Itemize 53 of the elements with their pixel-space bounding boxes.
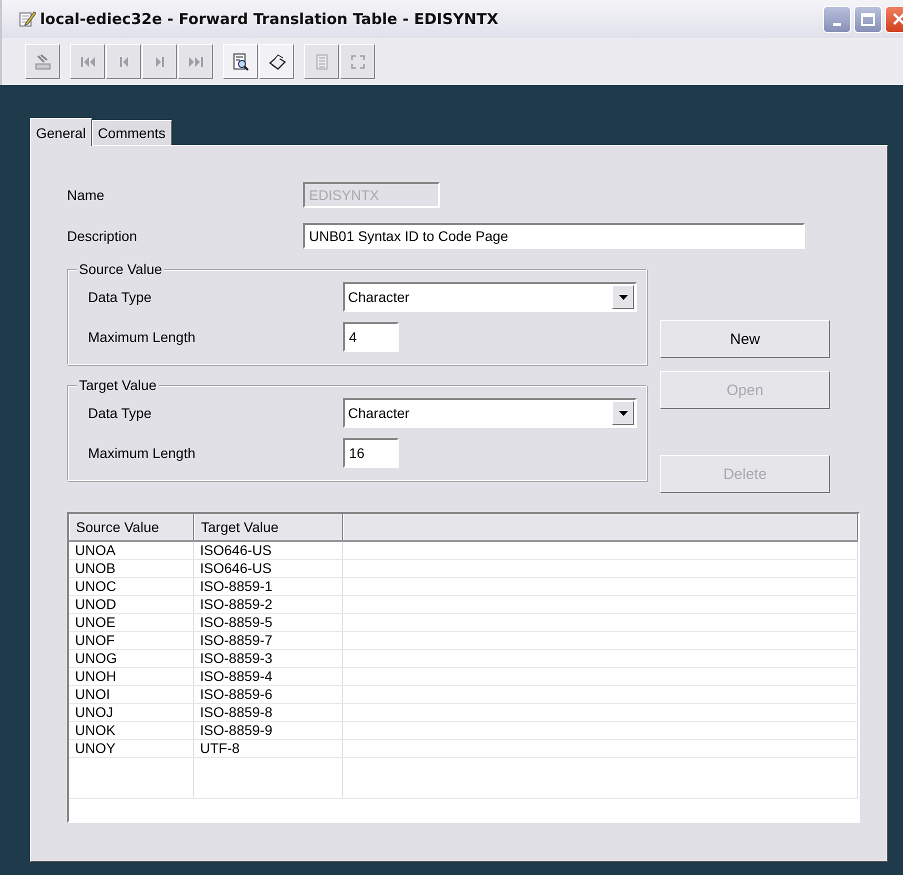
text-field[interactable]: 16	[343, 438, 399, 468]
maximize-icon	[861, 12, 875, 26]
table-cell: UTF-8	[194, 740, 343, 757]
text-field[interactable]: UNB01 Syntax ID to Code Page	[303, 223, 805, 249]
table-cell: ISO-8859-3	[194, 650, 343, 667]
table-cell: ISO646-US	[194, 560, 343, 577]
table-cell: UNOE	[69, 614, 194, 631]
table-cell: ISO-8859-1	[194, 578, 343, 595]
column-header[interactable]: Source Value	[69, 514, 194, 540]
tab[interactable]: Comments	[92, 120, 172, 145]
table-cell: UNOH	[69, 668, 194, 685]
caret-down-icon	[618, 294, 628, 300]
table-cell: UNOJ	[69, 704, 194, 721]
caret-down-icon	[618, 410, 628, 416]
table-cell: UNOY	[69, 740, 194, 757]
table-cell: UNOC	[69, 578, 194, 595]
text-field[interactable]: 4	[343, 322, 399, 352]
field-label: Description	[67, 228, 138, 244]
table-cell: UNOG	[69, 650, 194, 667]
field-label: Maximum Length	[88, 329, 196, 345]
table-cell: ISO-8859-7	[194, 632, 343, 649]
field-label: Data Type	[88, 405, 153, 421]
table-cell: ISO-8859-5	[194, 614, 343, 631]
table-cell: ISO-8859-2	[194, 596, 343, 613]
dropdown[interactable]: Character	[343, 282, 637, 312]
dropdown[interactable]: Character	[343, 398, 637, 428]
field-label: Data Type	[88, 289, 153, 305]
toolbar-button[interactable]	[259, 44, 294, 79]
maximize-button[interactable]	[854, 6, 882, 32]
tab[interactable]: General	[30, 118, 92, 146]
close-icon	[893, 13, 903, 25]
column-header[interactable]: Target Value	[194, 514, 343, 540]
table-cell: ISO-8859-4	[194, 668, 343, 685]
table-cell: ISO-8859-8	[194, 704, 343, 721]
table-cell: UNOB	[69, 560, 194, 577]
table-cell: UNOA	[69, 542, 194, 559]
table-cell: UNOD	[69, 596, 194, 613]
field-label: Maximum Length	[88, 445, 196, 461]
notepad-pencil-icon	[18, 10, 36, 28]
table-cell: UNOF	[69, 632, 194, 649]
toolbar-button[interactable]	[223, 44, 258, 79]
document-magnifier-icon	[230, 52, 250, 72]
table-cell: UNOK	[69, 722, 194, 739]
table-cell: UNOI	[69, 686, 194, 703]
window-title: local-ediec32e - Forward Translation Table - EDISYNTX	[40, 10, 500, 28]
push-button[interactable]: New	[660, 320, 830, 358]
field-label: Name	[67, 187, 106, 203]
minimize-button[interactable]	[823, 6, 851, 32]
table-cell: ISO-8859-6	[194, 686, 343, 703]
table-cell: ISO-8859-9	[194, 722, 343, 739]
tray-icon	[32, 52, 52, 72]
table-cell: ISO646-US	[194, 542, 343, 559]
minimize-icon	[833, 22, 841, 26]
